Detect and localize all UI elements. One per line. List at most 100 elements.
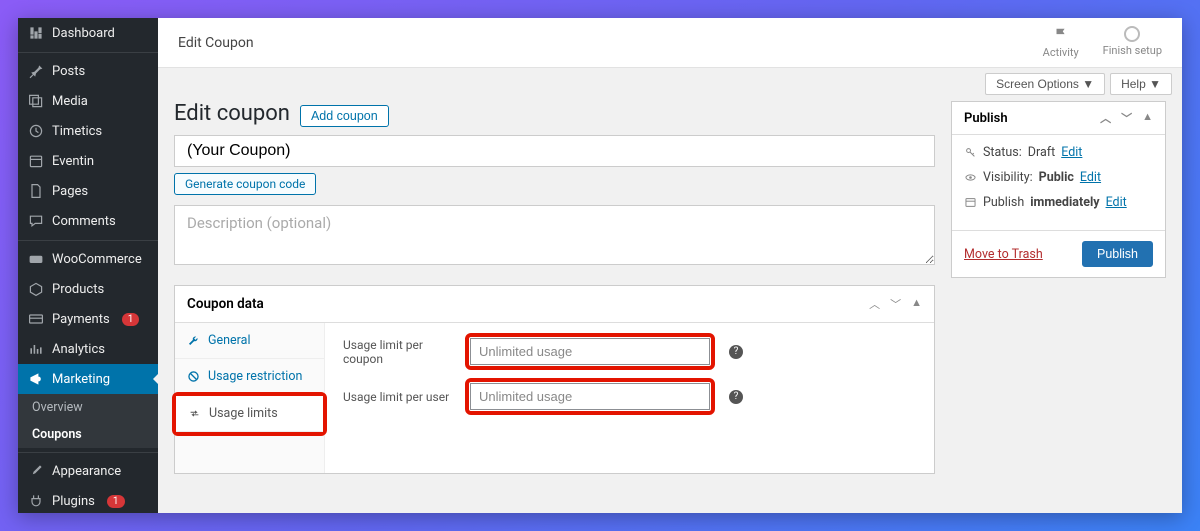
chart-icon [28, 341, 44, 357]
topbar: Edit Coupon Activity Finish setup [158, 18, 1182, 68]
status-label: Status: [983, 145, 1022, 160]
calendar-icon [964, 196, 977, 209]
finish-label: Finish setup [1103, 44, 1162, 57]
woo-icon [28, 251, 44, 267]
sidebar-item-comments[interactable]: Comments [18, 206, 158, 236]
topbar-title: Edit Coupon [178, 35, 254, 51]
page-icon [28, 183, 44, 199]
sidebar-item-products[interactable]: Products [18, 274, 158, 304]
sidebar-label: Dashboard [52, 26, 115, 41]
payments-badge: 1 [122, 313, 140, 326]
sidebar-item-timetics[interactable]: Timetics [18, 116, 158, 146]
coupon-data-box: Coupon data ︿ ﹀ ▲ General [174, 285, 935, 474]
schedule-value: immediately [1030, 195, 1099, 210]
help-button[interactable]: Help ▼ [1110, 73, 1172, 95]
move-down-icon[interactable]: ﹀ [890, 296, 901, 312]
visibility-edit-link[interactable]: Edit [1080, 170, 1101, 185]
visibility-value: Public [1039, 170, 1074, 185]
add-coupon-button[interactable]: Add coupon [300, 105, 389, 127]
status-value: Draft [1028, 145, 1055, 160]
submenu-overview[interactable]: Overview [18, 394, 158, 421]
sidebar-label: Comments [52, 214, 116, 229]
tab-usage-restriction[interactable]: Usage restriction [175, 359, 324, 395]
tab-usage-limits[interactable]: Usage limits [176, 396, 323, 432]
generate-code-button[interactable]: Generate coupon code [174, 173, 316, 195]
sidebar-label: Marketing [52, 372, 110, 387]
sidebar-item-analytics[interactable]: Analytics [18, 334, 158, 364]
tab-label: Usage limits [209, 406, 278, 421]
limit-per-coupon-input[interactable] [470, 338, 710, 365]
page-heading: Edit coupon [174, 101, 290, 126]
sidebar-item-posts[interactable]: Posts [18, 52, 158, 86]
schedule-edit-link[interactable]: Edit [1106, 195, 1127, 210]
plugins-badge: 1 [107, 495, 125, 508]
description-textarea[interactable] [174, 205, 935, 265]
clock-icon [28, 123, 44, 139]
sidebar-label: Plugins [52, 494, 95, 509]
sidebar-label: Payments [52, 312, 110, 327]
circle-icon [1124, 26, 1140, 42]
sidebar-label: WooCommerce [52, 252, 142, 267]
move-up-icon[interactable]: ︿ [869, 296, 880, 312]
product-icon [28, 281, 44, 297]
move-up-icon[interactable]: ︿ [1100, 110, 1111, 126]
limit-per-user-input[interactable] [470, 383, 710, 410]
visibility-label: Visibility: [983, 170, 1033, 185]
coupon-title-input[interactable] [174, 135, 935, 167]
sidebar-item-pages[interactable]: Pages [18, 176, 158, 206]
megaphone-icon [28, 371, 44, 387]
toggle-icon[interactable]: ▲ [1142, 110, 1153, 126]
sidebar-item-woocommerce[interactable]: WooCommerce [18, 240, 158, 274]
limit-per-user-label: Usage limit per user [343, 390, 451, 404]
move-to-trash-link[interactable]: Move to Trash [964, 247, 1043, 262]
help-icon[interactable]: ? [729, 390, 743, 404]
finish-setup-button[interactable]: Finish setup [1103, 26, 1162, 59]
tab-general[interactable]: General [175, 323, 324, 359]
flag-icon [1052, 26, 1070, 44]
calendar-icon [28, 153, 44, 169]
sidebar-item-appearance[interactable]: Appearance [18, 452, 158, 486]
sidebar-label: Posts [52, 64, 85, 79]
publish-title: Publish [964, 111, 1008, 126]
sidebar-item-payments[interactable]: Payments 1 [18, 304, 158, 334]
wrench-icon [187, 334, 200, 347]
tab-label: General [208, 333, 251, 348]
sidebar-label: Media [52, 94, 88, 109]
sidebar-label: Pages [52, 184, 88, 199]
sidebar-label: Analytics [52, 342, 105, 357]
sidebar-submenu: Overview Coupons [18, 394, 158, 448]
move-down-icon[interactable]: ﹀ [1121, 110, 1132, 126]
activity-button[interactable]: Activity [1043, 26, 1079, 59]
arrows-icon [188, 407, 201, 420]
media-icon [28, 93, 44, 109]
comment-icon [28, 213, 44, 229]
admin-sidebar: Dashboard Posts Media Timetics Eventin P… [18, 18, 158, 513]
pin-icon [28, 63, 44, 79]
eye-icon [964, 171, 977, 184]
coupon-data-title: Coupon data [187, 296, 264, 312]
coupon-tabs: General Usage restriction Usage limits [175, 323, 325, 473]
sidebar-label: Appearance [52, 464, 121, 479]
schedule-label: Publish [983, 195, 1024, 210]
card-icon [28, 311, 44, 327]
submenu-coupons[interactable]: Coupons [18, 421, 158, 448]
sidebar-item-dashboard[interactable]: Dashboard [18, 18, 158, 48]
publish-box: Publish ︿ ﹀ ▲ Status: Draft Edit [951, 101, 1166, 278]
brush-icon [28, 463, 44, 479]
status-edit-link[interactable]: Edit [1061, 145, 1082, 160]
key-icon [964, 146, 977, 159]
sidebar-label: Eventin [52, 154, 94, 169]
screen-options-button[interactable]: Screen Options ▼ [985, 73, 1105, 95]
dashboard-icon [28, 25, 44, 41]
tab-label: Usage restriction [208, 369, 302, 384]
sidebar-label: Products [52, 282, 104, 297]
plug-icon [28, 493, 44, 509]
help-icon[interactable]: ? [729, 345, 743, 359]
sidebar-item-media[interactable]: Media [18, 86, 158, 116]
publish-button[interactable]: Publish [1082, 241, 1153, 267]
activity-label: Activity [1043, 46, 1079, 59]
sidebar-item-plugins[interactable]: Plugins 1 [18, 486, 158, 513]
toggle-icon[interactable]: ▲ [911, 296, 922, 312]
sidebar-item-marketing[interactable]: Marketing [18, 364, 158, 394]
sidebar-item-eventin[interactable]: Eventin [18, 146, 158, 176]
